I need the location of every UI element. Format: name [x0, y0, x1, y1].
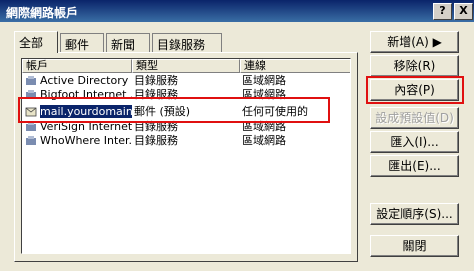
directory-service-icon [26, 76, 36, 85]
highlight-box-selected-row [18, 97, 330, 123]
set-order-button[interactable]: 設定順序(S)... [370, 203, 459, 225]
list-item[interactable]: Active Directory 目錄服務 區域網路 [22, 74, 350, 88]
list-header: 帳戶 類型 連線 [22, 59, 350, 73]
account-name: Active Directory [40, 74, 129, 87]
add-button[interactable]: 新增(A) ▶ [370, 31, 459, 53]
set-default-button[interactable]: 設成預設值(D) [370, 107, 459, 129]
tab-mail[interactable]: 郵件 [60, 33, 104, 52]
title-bar: 網際網路帳戶 ? X [0, 0, 474, 22]
window-title: 網際網路帳戶 [6, 6, 79, 20]
export-button[interactable]: 匯出(E)... [370, 155, 459, 177]
tab-directory-service[interactable]: 目錄服務 [152, 33, 222, 52]
account-list[interactable]: 帳戶 類型 連線 Active Directory 目錄服務 區域網路 Bigf… [21, 58, 351, 254]
account-type: 目錄服務 [134, 74, 178, 87]
tab-news[interactable]: 新聞 [106, 33, 150, 52]
import-button[interactable]: 匯入(I)... [370, 131, 459, 153]
directory-service-icon [26, 136, 36, 145]
tab-all[interactable]: 全部 [14, 31, 58, 53]
close-button[interactable]: 關閉 [370, 235, 459, 257]
account-type: 目錄服務 [134, 134, 178, 147]
account-name: WhoWhere Inter... [40, 134, 132, 147]
column-header-account[interactable]: 帳戶 [22, 59, 132, 73]
account-connection: 區域網路 [242, 134, 286, 147]
list-item[interactable]: WhoWhere Inter... 目錄服務 區域網路 [22, 134, 350, 148]
remove-button[interactable]: 移除(R) [370, 55, 459, 77]
account-connection: 區域網路 [242, 74, 286, 87]
highlight-box-properties [366, 76, 464, 104]
close-window-button[interactable]: X [454, 3, 473, 20]
help-button[interactable]: ? [433, 3, 452, 20]
column-header-connection[interactable]: 連線 [240, 59, 350, 73]
column-header-type[interactable]: 類型 [132, 59, 240, 73]
